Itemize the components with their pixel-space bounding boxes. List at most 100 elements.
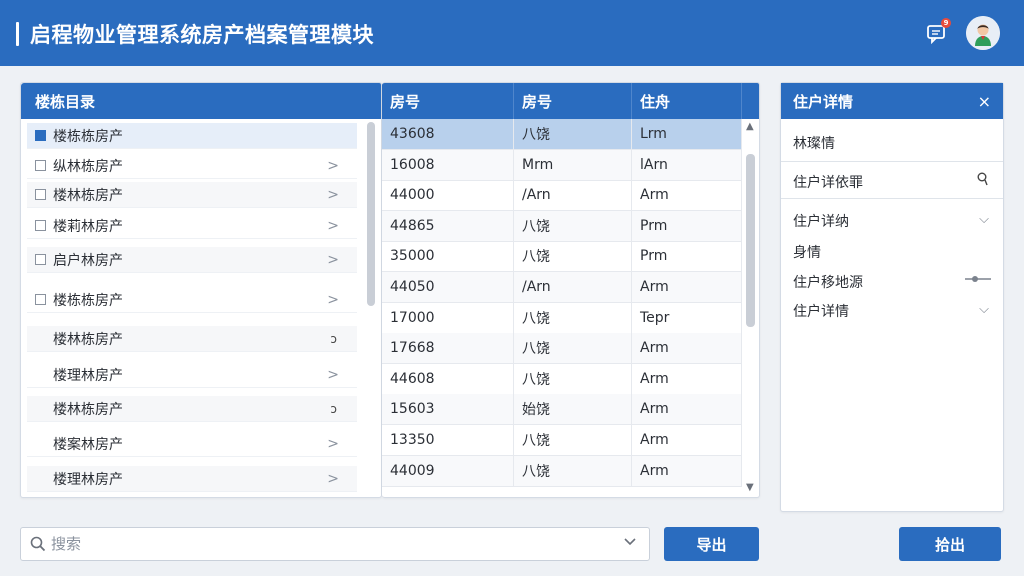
chevron-down-icon[interactable]: ⌵: [979, 302, 989, 317]
table-scrollbar-thumb[interactable]: [746, 154, 755, 327]
tree-item-checkbox[interactable]: [35, 160, 46, 171]
table-row[interactable]: 44865 八饶 Prm: [382, 210, 742, 242]
detail-item[interactable]: 住户详纳: [793, 211, 849, 231]
export-button[interactable]: 导出: [664, 527, 759, 561]
table-row[interactable]: 43608 八饶 Lrm: [382, 118, 742, 150]
table-cell: Arm: [632, 424, 742, 456]
tree-item-label: 楼莉林房产: [53, 218, 123, 235]
detail-panel-title: 住户详情: [793, 92, 854, 111]
table-row[interactable]: 17000 八饶 Tepr: [382, 302, 742, 334]
table-cell: Mrm: [514, 149, 632, 181]
chevron-right-icon[interactable]: >: [327, 252, 339, 268]
table-cell: 44000: [382, 179, 514, 211]
resident-detail-panel: 住户详情 × 林璨情 住户详依罪 住户详纳 ⌵ 身情 住户移地源 住户详情 ⌵: [780, 82, 1004, 512]
table-cell: Prm: [632, 210, 742, 242]
detail-line: 林璨情: [793, 136, 835, 152]
table-row[interactable]: 17668 八饶 Arm: [382, 332, 742, 365]
table-cell: 44009: [382, 455, 514, 487]
slider-icon[interactable]: [965, 273, 991, 288]
chevron-right-icon[interactable]: >: [327, 218, 339, 234]
column-header-room-no-2[interactable]: 房号: [514, 83, 632, 119]
tree-item[interactable]: 楼林栋房产 ↄ: [27, 396, 357, 422]
table-row[interactable]: 44050/Arn Arm: [382, 271, 742, 303]
table-cell: 八饶: [514, 118, 632, 150]
tree-item-checkbox[interactable]: [35, 220, 46, 231]
chevron-right-icon[interactable]: >: [327, 292, 339, 308]
column-header-resident[interactable]: 住舟: [632, 83, 742, 119]
tree-item-checkbox[interactable]: [35, 294, 46, 305]
chevron-right-icon[interactable]: ↄ: [330, 402, 337, 416]
search-input[interactable]: [51, 533, 611, 555]
table-cell: /Arn: [514, 179, 632, 211]
table-row[interactable]: 16008 Mrm lArn: [382, 149, 742, 181]
table-cell: Prm: [632, 240, 742, 272]
chevron-right-icon[interactable]: >: [327, 367, 339, 383]
detail-action-button[interactable]: 拾出: [899, 527, 1001, 561]
chevron-down-icon[interactable]: ⌵: [979, 212, 989, 227]
chevron-down-icon[interactable]: [623, 534, 637, 552]
chevron-right-icon[interactable]: >: [327, 187, 339, 203]
table-cell: 44050: [382, 271, 514, 303]
chevron-right-icon[interactable]: >: [327, 471, 339, 487]
table-cell: 35000: [382, 240, 514, 272]
detail-search-field[interactable]: 住户详依罪: [781, 161, 1003, 199]
tree-item-label: 楼理林房产: [53, 367, 123, 384]
tree-item-checkbox[interactable]: [35, 189, 46, 200]
tree-item-label: 楼林栋房产: [53, 187, 123, 204]
close-icon[interactable]: ×: [978, 92, 991, 111]
table-row[interactable]: 35000 八饶 Prm: [382, 240, 742, 273]
table-cell: Arm: [632, 271, 742, 303]
tree-item-checkbox[interactable]: [35, 130, 46, 141]
detail-item: 住户移地源: [793, 275, 863, 291]
table-row[interactable]: 13350 八饶 Arm: [382, 424, 742, 456]
tree-item[interactable]: 楼理林房产 >: [27, 362, 357, 388]
table-cell: 八饶: [514, 455, 632, 487]
tree-item[interactable]: 楼栋栋房产: [27, 123, 357, 149]
search-icon: [30, 536, 46, 556]
detail-panel-header: 住户详情 ×: [781, 83, 1003, 119]
room-table: 房号 房号 住舟 43608 八饶 Lrm 16008 Mrm lArn 44000/Arn…: [382, 82, 760, 498]
table-row[interactable]: 15603 始饶 Arm: [382, 393, 742, 426]
search-box[interactable]: [20, 527, 650, 561]
avatar[interactable]: [966, 16, 1000, 50]
table-row[interactable]: 44608 八饶 Arm: [382, 363, 742, 395]
app-header: 启程物业管理系统房产档案管理模块 9: [0, 0, 1024, 66]
tree-item[interactable]: 楼案林房产 >: [27, 431, 357, 457]
tree-item-checkbox[interactable]: [35, 254, 46, 265]
detail-item[interactable]: 住户详情: [793, 301, 849, 321]
title-accent-bar: [16, 22, 19, 46]
table-cell: 17000: [382, 302, 514, 334]
tree-item[interactable]: 启户林房产 >: [27, 247, 357, 273]
table-cell: 43608: [382, 118, 514, 150]
table-cell: 八饶: [514, 363, 632, 395]
tree-item[interactable]: 纵林栋房产 >: [27, 153, 357, 179]
table-row[interactable]: 44000/Arn Arm: [382, 179, 742, 212]
table-cell: Lrm: [632, 118, 742, 150]
table-cell: lArn: [632, 149, 742, 181]
tree-item[interactable]: 楼莉林房产 >: [27, 213, 357, 239]
tree-item[interactable]: 楼林栋房产 >: [27, 182, 357, 208]
notification-button[interactable]: 9: [925, 18, 951, 45]
chevron-right-icon[interactable]: ↄ: [330, 332, 337, 346]
table-scroll-down-icon[interactable]: ▼: [746, 482, 754, 493]
table-scroll-up-icon[interactable]: ▲: [746, 121, 754, 132]
table-row[interactable]: 44009 八饶 Arm: [382, 455, 742, 487]
table-cell: 17668: [382, 332, 514, 364]
tree-item-label: 楼林栋房产: [53, 401, 123, 418]
table-cell: 44608: [382, 363, 514, 395]
search-icon[interactable]: [977, 172, 989, 190]
table-cell: Arm: [632, 363, 742, 395]
table-cell: 始饶: [514, 393, 632, 425]
tree-scrollbar[interactable]: [367, 122, 375, 306]
detail-item: 身情: [793, 245, 821, 261]
tree-item[interactable]: 楼栋栋房产 >: [27, 287, 357, 313]
chevron-right-icon[interactable]: >: [327, 436, 339, 452]
chevron-right-icon[interactable]: >: [327, 158, 339, 174]
table-cell: Arm: [632, 332, 742, 364]
tree-item[interactable]: 楼理林房产 >: [27, 466, 357, 492]
column-header-room-no[interactable]: 房号: [382, 83, 514, 119]
table-cell: 八饶: [514, 332, 632, 364]
tree-item[interactable]: 楼林栋房产 ↄ: [27, 326, 357, 352]
tree-item-label: 楼林栋房产: [53, 331, 123, 348]
tree-item-label: 楼案林房产: [53, 436, 123, 453]
